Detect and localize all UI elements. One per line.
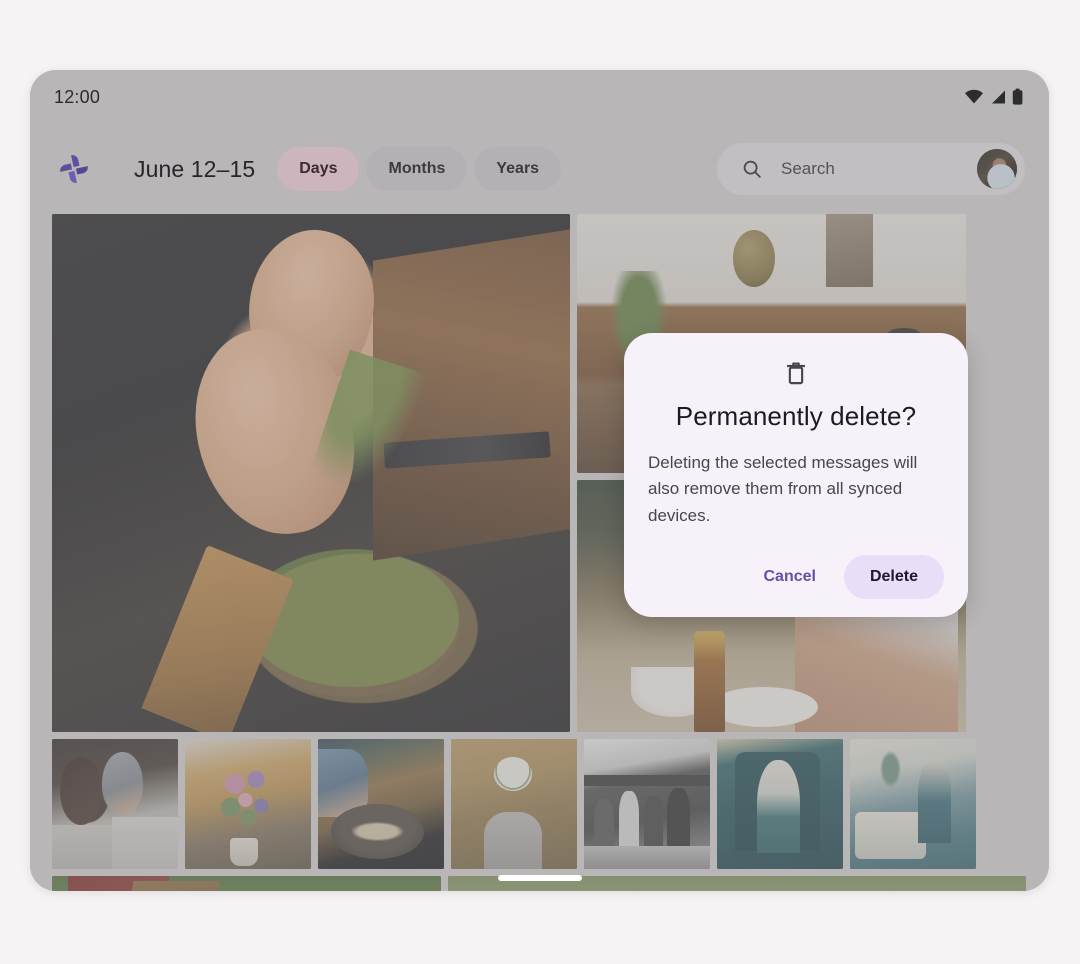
search-input[interactable]: Search (781, 159, 959, 179)
screenshot-root: 12:00 June 12–15 Days Months Years Searc… (0, 0, 1080, 964)
photo-camp-grass-image (52, 876, 441, 891)
trash-icon (786, 362, 806, 385)
photo-flower-bouquet[interactable] (185, 739, 311, 869)
photo-cooking-hands-image (52, 214, 570, 732)
dialog-icon-row (648, 359, 944, 387)
google-photos-pinwheel-icon[interactable] (52, 147, 96, 191)
device-screen: 12:00 June 12–15 Days Months Years Searc… (30, 70, 1049, 891)
dialog-body-text: Deleting the selected messages will also… (648, 453, 918, 525)
wifi-icon (965, 89, 983, 104)
home-indicator[interactable] (497, 875, 582, 881)
chip-months[interactable]: Months (366, 147, 468, 191)
search-bar[interactable]: Search (717, 143, 1025, 195)
chip-days[interactable]: Days (277, 147, 360, 191)
top-app-bar: June 12–15 Days Months Years Search (30, 124, 1049, 214)
photo-bw-group[interactable] (584, 739, 710, 869)
status-bar: 12:00 (30, 70, 1049, 124)
status-bar-time: 12:00 (54, 86, 101, 107)
search-icon (743, 160, 761, 178)
permanently-delete-dialog: Permanently delete? Deleting the selecte… (624, 333, 968, 618)
photo-bw-group-image (584, 739, 710, 869)
signal-icon (992, 90, 1005, 104)
photo-skillet-cooking[interactable] (318, 739, 444, 869)
dialog-action-row: Cancel Delete (648, 555, 944, 600)
user-avatar[interactable] (977, 149, 1017, 189)
photo-grid-row (52, 739, 1027, 869)
photo-couple-drinking-image (52, 739, 178, 869)
photo-cooking-hands[interactable] (52, 214, 570, 732)
photo-flower-bouquet-image (185, 739, 311, 869)
photo-teal-room[interactable] (850, 739, 976, 869)
delete-button[interactable]: Delete (843, 555, 944, 600)
photo-couple-drinking[interactable] (52, 739, 178, 869)
photo-camp-grass[interactable] (52, 876, 441, 891)
dialog-title: Permanently delete? (675, 401, 917, 431)
chip-years[interactable]: Years (474, 147, 562, 191)
photo-teal-portrait-image (717, 739, 843, 869)
tablet-device-frame: 12:00 June 12–15 Days Months Years Searc… (30, 70, 1049, 891)
date-range-label: June 12–15 (134, 155, 256, 182)
photo-skillet-cooking-image (318, 739, 444, 869)
cancel-button[interactable]: Cancel (742, 557, 838, 597)
battery-icon (1012, 88, 1023, 105)
photo-lunch-table-image (451, 739, 577, 869)
status-bar-icons (964, 88, 1023, 106)
photo-teal-room-image (850, 739, 976, 869)
time-scale-chip-group: Days Months Years (277, 147, 562, 191)
photo-lunch-table[interactable] (451, 739, 577, 869)
photo-teal-portrait[interactable] (717, 739, 843, 869)
